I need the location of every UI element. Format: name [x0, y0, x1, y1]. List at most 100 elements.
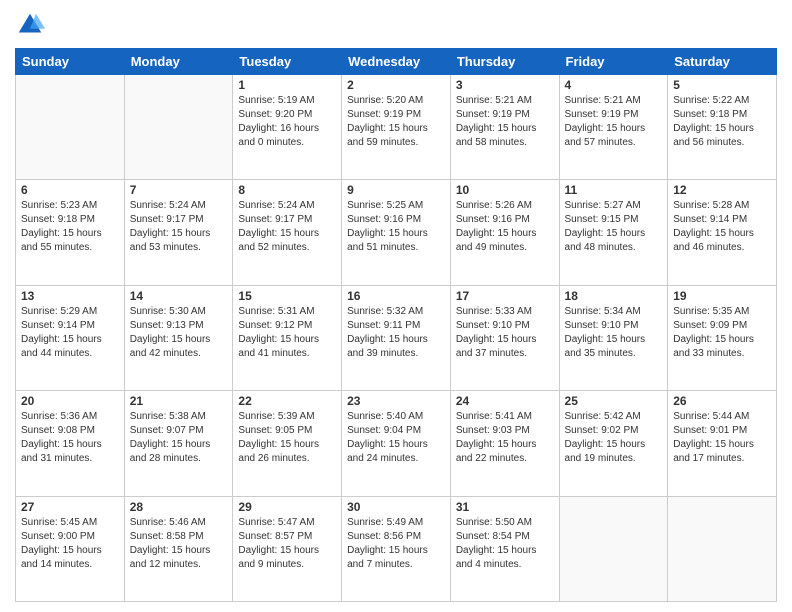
day-info: Sunrise: 5:25 AM Sunset: 9:16 PM Dayligh… [347, 199, 445, 255]
calendar-cell: 22 Sunrise: 5:39 AM Sunset: 9:05 PM Dayli… [233, 391, 342, 496]
day-info: Sunrise: 5:21 AM Sunset: 9:19 PM Dayligh… [456, 94, 554, 150]
day-info: Sunrise: 5:46 AM Sunset: 8:58 PM Dayligh… [130, 516, 228, 572]
day-number: 22 [238, 394, 336, 408]
day-number: 15 [238, 289, 336, 303]
calendar-cell: 17 Sunrise: 5:33 AM Sunset: 9:10 PM Dayli… [450, 285, 559, 390]
day-number: 14 [130, 289, 228, 303]
calendar-cell: 7 Sunrise: 5:24 AM Sunset: 9:17 PM Daylig… [124, 180, 233, 285]
day-number: 8 [238, 183, 336, 197]
day-number: 27 [21, 500, 119, 514]
calendar-cell [668, 496, 777, 601]
day-number: 13 [21, 289, 119, 303]
calendar-cell: 12 Sunrise: 5:28 AM Sunset: 9:14 PM Dayli… [668, 180, 777, 285]
day-number: 11 [565, 183, 663, 197]
day-info: Sunrise: 5:24 AM Sunset: 9:17 PM Dayligh… [130, 199, 228, 255]
day-number: 9 [347, 183, 445, 197]
day-info: Sunrise: 5:39 AM Sunset: 9:05 PM Dayligh… [238, 410, 336, 466]
day-number: 7 [130, 183, 228, 197]
calendar-header-row: SundayMondayTuesdayWednesdayThursdayFrid… [16, 49, 777, 75]
calendar-week-row: 13Sunrise: 5:29 AM Sunset: 9:14 PM Dayli… [16, 285, 777, 390]
day-info: Sunrise: 5:47 AM Sunset: 8:57 PM Dayligh… [238, 516, 336, 572]
day-number: 19 [673, 289, 771, 303]
calendar-cell: 1Sunrise: 5:19 AM Sunset: 9:20 PM Daylig… [233, 75, 342, 180]
calendar-cell: 20 Sunrise: 5:36 AM Sunset: 9:08 PM Dayli… [16, 391, 125, 496]
calendar-cell: 6Sunrise: 5:23 AM Sunset: 9:18 PM Daylig… [16, 180, 125, 285]
calendar-day-header: Friday [559, 49, 668, 75]
calendar-cell [124, 75, 233, 180]
day-number: 29 [238, 500, 336, 514]
calendar-day-header: Saturday [668, 49, 777, 75]
day-number: 6 [21, 183, 119, 197]
calendar-cell: 16 Sunrise: 5:32 AM Sunset: 9:11 PM Dayli… [342, 285, 451, 390]
day-info: Sunrise: 5:44 AM Sunset: 9:01 PM Dayligh… [673, 410, 771, 466]
calendar-cell: 23 Sunrise: 5:40 AM Sunset: 9:04 PM Dayli… [342, 391, 451, 496]
calendar-table: SundayMondayTuesdayWednesdayThursdayFrid… [15, 48, 777, 602]
day-number: 20 [21, 394, 119, 408]
calendar-cell: 31 Sunrise: 5:50 AM Sunset: 8:54 PM Dayli… [450, 496, 559, 601]
day-info: Sunrise: 5:50 AM Sunset: 8:54 PM Dayligh… [456, 516, 554, 572]
day-info: Sunrise: 5:33 AM Sunset: 9:10 PM Dayligh… [456, 305, 554, 361]
calendar-cell: 11 Sunrise: 5:27 AM Sunset: 9:15 PM Dayli… [559, 180, 668, 285]
day-number: 18 [565, 289, 663, 303]
calendar-cell [559, 496, 668, 601]
day-info: Sunrise: 5:45 AM Sunset: 9:00 PM Dayligh… [21, 516, 119, 572]
calendar-week-row: 6Sunrise: 5:23 AM Sunset: 9:18 PM Daylig… [16, 180, 777, 285]
day-number: 16 [347, 289, 445, 303]
calendar-cell: 29 Sunrise: 5:47 AM Sunset: 8:57 PM Dayli… [233, 496, 342, 601]
header [15, 10, 777, 40]
day-info: Sunrise: 5:35 AM Sunset: 9:09 PM Dayligh… [673, 305, 771, 361]
calendar-cell: 4Sunrise: 5:21 AM Sunset: 9:19 PM Daylig… [559, 75, 668, 180]
day-number: 26 [673, 394, 771, 408]
day-number: 28 [130, 500, 228, 514]
day-info: Sunrise: 5:32 AM Sunset: 9:11 PM Dayligh… [347, 305, 445, 361]
calendar-cell: 9 Sunrise: 5:25 AM Sunset: 9:16 PM Daylig… [342, 180, 451, 285]
day-info: Sunrise: 5:27 AM Sunset: 9:15 PM Dayligh… [565, 199, 663, 255]
calendar-cell: 21 Sunrise: 5:38 AM Sunset: 9:07 PM Dayli… [124, 391, 233, 496]
calendar-cell [16, 75, 125, 180]
calendar-cell: 24 Sunrise: 5:41 AM Sunset: 9:03 PM Dayli… [450, 391, 559, 496]
day-number: 10 [456, 183, 554, 197]
calendar-cell: 27 Sunrise: 5:45 AM Sunset: 9:00 PM Dayli… [16, 496, 125, 601]
logo [15, 10, 49, 40]
day-info: Sunrise: 5:42 AM Sunset: 9:02 PM Dayligh… [565, 410, 663, 466]
calendar-cell: 14 Sunrise: 5:30 AM Sunset: 9:13 PM Dayli… [124, 285, 233, 390]
calendar-week-row: 1Sunrise: 5:19 AM Sunset: 9:20 PM Daylig… [16, 75, 777, 180]
day-info: Sunrise: 5:49 AM Sunset: 8:56 PM Dayligh… [347, 516, 445, 572]
day-number: 2 [347, 78, 445, 92]
day-number: 24 [456, 394, 554, 408]
day-number: 23 [347, 394, 445, 408]
calendar-cell: 8 Sunrise: 5:24 AM Sunset: 9:17 PM Daylig… [233, 180, 342, 285]
calendar-day-header: Wednesday [342, 49, 451, 75]
day-info: Sunrise: 5:41 AM Sunset: 9:03 PM Dayligh… [456, 410, 554, 466]
calendar-day-header: Thursday [450, 49, 559, 75]
day-info: Sunrise: 5:36 AM Sunset: 9:08 PM Dayligh… [21, 410, 119, 466]
day-info: Sunrise: 5:38 AM Sunset: 9:07 PM Dayligh… [130, 410, 228, 466]
calendar-week-row: 27 Sunrise: 5:45 AM Sunset: 9:00 PM Dayli… [16, 496, 777, 601]
calendar-cell: 25 Sunrise: 5:42 AM Sunset: 9:02 PM Dayli… [559, 391, 668, 496]
calendar-day-header: Sunday [16, 49, 125, 75]
calendar-cell: 15 Sunrise: 5:31 AM Sunset: 9:12 PM Dayli… [233, 285, 342, 390]
day-info: Sunrise: 5:22 AM Sunset: 9:18 PM Dayligh… [673, 94, 771, 150]
day-info: Sunrise: 5:28 AM Sunset: 9:14 PM Dayligh… [673, 199, 771, 255]
day-info: Sunrise: 5:24 AM Sunset: 9:17 PM Dayligh… [238, 199, 336, 255]
day-number: 12 [673, 183, 771, 197]
calendar-cell: 19 Sunrise: 5:35 AM Sunset: 9:09 PM Dayli… [668, 285, 777, 390]
day-info: Sunrise: 5:26 AM Sunset: 9:16 PM Dayligh… [456, 199, 554, 255]
page: SundayMondayTuesdayWednesdayThursdayFrid… [0, 0, 792, 612]
day-number: 21 [130, 394, 228, 408]
day-number: 17 [456, 289, 554, 303]
day-info: Sunrise: 5:31 AM Sunset: 9:12 PM Dayligh… [238, 305, 336, 361]
day-info: Sunrise: 5:20 AM Sunset: 9:19 PM Dayligh… [347, 94, 445, 150]
calendar-cell: 10 Sunrise: 5:26 AM Sunset: 9:16 PM Dayli… [450, 180, 559, 285]
day-number: 25 [565, 394, 663, 408]
calendar-cell: 3Sunrise: 5:21 AM Sunset: 9:19 PM Daylig… [450, 75, 559, 180]
day-number: 31 [456, 500, 554, 514]
day-number: 5 [673, 78, 771, 92]
day-info: Sunrise: 5:30 AM Sunset: 9:13 PM Dayligh… [130, 305, 228, 361]
day-number: 30 [347, 500, 445, 514]
calendar-cell: 28 Sunrise: 5:46 AM Sunset: 8:58 PM Dayli… [124, 496, 233, 601]
logo-icon [15, 10, 45, 40]
day-info: Sunrise: 5:40 AM Sunset: 9:04 PM Dayligh… [347, 410, 445, 466]
calendar-cell: 18Sunrise: 5:34 AM Sunset: 9:10 PM Dayli… [559, 285, 668, 390]
calendar-cell: 13Sunrise: 5:29 AM Sunset: 9:14 PM Dayli… [16, 285, 125, 390]
